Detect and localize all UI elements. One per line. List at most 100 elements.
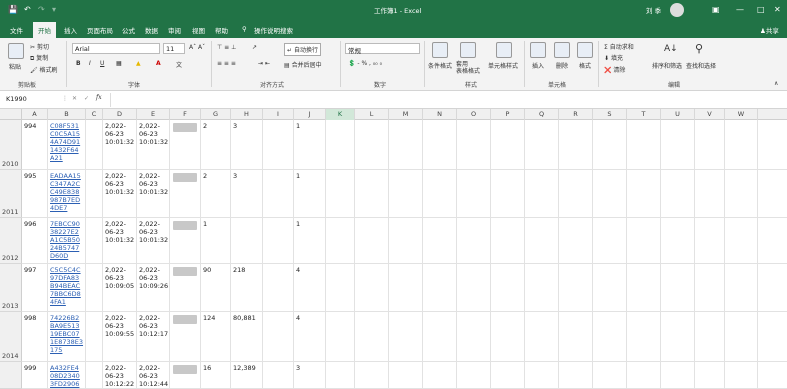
formula-input[interactable] [110, 93, 782, 107]
column-header-t[interactable]: T [627, 109, 661, 120]
tab-data[interactable]: 数据 [145, 25, 158, 35]
column-header-e[interactable]: E [137, 109, 170, 120]
cancel-entry-icon[interactable]: ✕ [72, 95, 77, 102]
column-header-k[interactable]: K [326, 109, 355, 120]
tab-formulas[interactable]: 公式 [122, 25, 135, 35]
column-header-r[interactable]: R [559, 109, 593, 120]
column-header-n[interactable]: N [423, 109, 457, 120]
cell-styles-icon[interactable] [496, 42, 512, 58]
confirm-entry-icon[interactable]: ✓ [84, 95, 89, 102]
avatar[interactable] [670, 3, 684, 17]
cell-count[interactable]: 16 [203, 364, 211, 372]
underline-button[interactable]: U [100, 60, 104, 67]
cell-id[interactable]: 998 [24, 314, 36, 322]
copy-button[interactable]: ⧉ 复制 [30, 53, 48, 63]
number-format-select[interactable]: 常规 [345, 43, 420, 55]
tab-help[interactable]: 帮助 [215, 25, 228, 35]
cell-end-time[interactable]: 2,022- 06-23 10:12:44 [139, 364, 168, 388]
orientation-icon[interactable]: ↗ [252, 44, 257, 51]
column-header-o[interactable]: O [457, 109, 491, 120]
tab-home[interactable]: 开始 [33, 22, 56, 38]
cell-count[interactable]: 124 [203, 314, 215, 322]
cell-id[interactable]: 997 [24, 266, 36, 274]
cell-hash-link[interactable]: EADAA15 C347A2C C49E838 987B7ED 4DE7 [50, 172, 81, 212]
select-all-corner[interactable] [0, 109, 22, 120]
column-header-c[interactable]: C [86, 109, 103, 120]
cell-value[interactable]: 3 [233, 172, 237, 180]
format-as-table-icon[interactable] [460, 42, 476, 58]
border-icon[interactable]: ▦ [116, 60, 122, 67]
cell-flag[interactable]: 1 [296, 220, 300, 228]
font-name-select[interactable]: Arial [72, 43, 160, 54]
column-header-i[interactable]: I [263, 109, 294, 120]
cut-button[interactable]: ✂ 剪切 [30, 42, 49, 51]
cell-end-time[interactable]: 2,022- 06-23 10:12:17 [139, 314, 168, 338]
share-button[interactable]: ♟共享 [760, 25, 779, 35]
cell-value[interactable]: 3 [233, 122, 237, 130]
phonetic-icon[interactable]: 文 [176, 60, 182, 69]
column-header-v[interactable]: V [695, 109, 725, 120]
tab-view[interactable]: 视图 [192, 25, 205, 35]
autosum-button[interactable]: Σ 自动求和 [604, 42, 634, 51]
format-cells-icon[interactable] [577, 42, 593, 58]
column-header-s[interactable]: S [593, 109, 627, 120]
currency-percent-icon[interactable]: 💲 - % , ₀₀ ₀ [348, 60, 382, 67]
cell-end-time[interactable]: 2,022- 06-23 10:09:26 [139, 266, 168, 290]
conditional-format-button[interactable]: 条件格式 [428, 61, 452, 70]
conditional-format-icon[interactable] [432, 42, 448, 58]
cell-hash-link[interactable]: A432FE4 08D2340 3FD2906 [50, 364, 80, 388]
column-header-q[interactable]: Q [525, 109, 559, 120]
cell-flag[interactable]: 3 [296, 364, 300, 372]
cell-start-time[interactable]: 2,022- 06-23 10:12:22 [105, 364, 134, 388]
font-grow-shrink-icon[interactable]: Aˆ Aˇ [189, 44, 205, 51]
align-left-icon[interactable]: ≡ ≡ ≡ [217, 60, 236, 67]
column-header-j[interactable]: J [294, 109, 326, 120]
cell-start-time[interactable]: 2,022- 06-23 10:01:32 [105, 122, 134, 146]
cell-value[interactable]: 12,389 [233, 364, 256, 372]
indent-icon[interactable]: ⇥ ⇤ [258, 60, 270, 67]
row-header[interactable]: 2013 [0, 264, 22, 312]
row-header[interactable]: 2011 [0, 170, 22, 218]
cell-flag[interactable]: 1 [296, 122, 300, 130]
cell-count[interactable]: 90 [203, 266, 211, 274]
insert-cells-button[interactable]: 插入 [532, 61, 544, 70]
fill-color-icon[interactable]: ▲ [136, 60, 141, 67]
redo-icon[interactable]: ↷ [38, 5, 45, 14]
cell-id[interactable]: 999 [24, 364, 36, 372]
insert-cells-icon[interactable] [530, 42, 546, 58]
find-select-button[interactable]: 查找和选择 [686, 61, 716, 70]
tab-insert[interactable]: 插入 [64, 25, 77, 35]
wrap-text-button[interactable]: ↵ 自动换行 [284, 43, 321, 56]
delete-cells-button[interactable]: 删除 [556, 61, 568, 70]
cell-end-time[interactable]: 2,022- 06-23 10:01:32 [139, 172, 168, 196]
cell-start-time[interactable]: 2,022- 06-23 10:09:05 [105, 266, 134, 290]
paste-icon[interactable] [8, 43, 24, 59]
name-box[interactable]: K1990 [4, 94, 54, 106]
column-header-w[interactable]: W [725, 109, 758, 120]
minimize-icon[interactable]: — [736, 5, 744, 14]
paste-button[interactable]: 粘贴 [9, 62, 21, 71]
cell-count[interactable]: 2 [203, 122, 207, 130]
format-as-table-button[interactable]: 套用 表格格式 [456, 61, 480, 75]
row-header[interactable] [0, 362, 22, 389]
fill-button[interactable]: ⬇ 填充 [604, 53, 623, 62]
align-top-icon[interactable]: ⊤ ≡ ⊥ [217, 44, 236, 51]
cell-value[interactable]: 80,881 [233, 314, 256, 322]
sort-filter-button[interactable]: 排序和筛选 [652, 61, 682, 70]
format-cells-button[interactable]: 格式 [579, 61, 591, 70]
worksheet-grid[interactable]: 994 C08F531 C0C5A15 4A74D91 1432F64 A21 2,… [22, 120, 787, 389]
cell-start-time[interactable]: 2,022- 06-23 10:09:55 [105, 314, 134, 338]
cell-hash-link[interactable]: C5C5C4C 97DFA83 B94BEAC 7BBC6D8 4FA1 [50, 266, 81, 306]
close-icon[interactable]: ✕ [774, 5, 781, 14]
cell-hash-link[interactable]: 7EBCC90 38227E2 A1C5B50 24B5747 D60D [50, 220, 80, 260]
column-header-m[interactable]: M [389, 109, 423, 120]
cell-start-time[interactable]: 2,022- 06-23 10:01:32 [105, 172, 134, 196]
tab-file[interactable]: 文件 [10, 25, 23, 35]
save-icon[interactable]: 💾 [8, 5, 18, 14]
cell-flag[interactable]: 4 [296, 266, 300, 274]
row-header[interactable]: 2010 [0, 120, 22, 170]
delete-cells-icon[interactable] [554, 42, 570, 58]
font-size-select[interactable]: 11 [163, 43, 185, 54]
cell-id[interactable]: 996 [24, 220, 36, 228]
column-header-a[interactable]: A [22, 109, 48, 120]
